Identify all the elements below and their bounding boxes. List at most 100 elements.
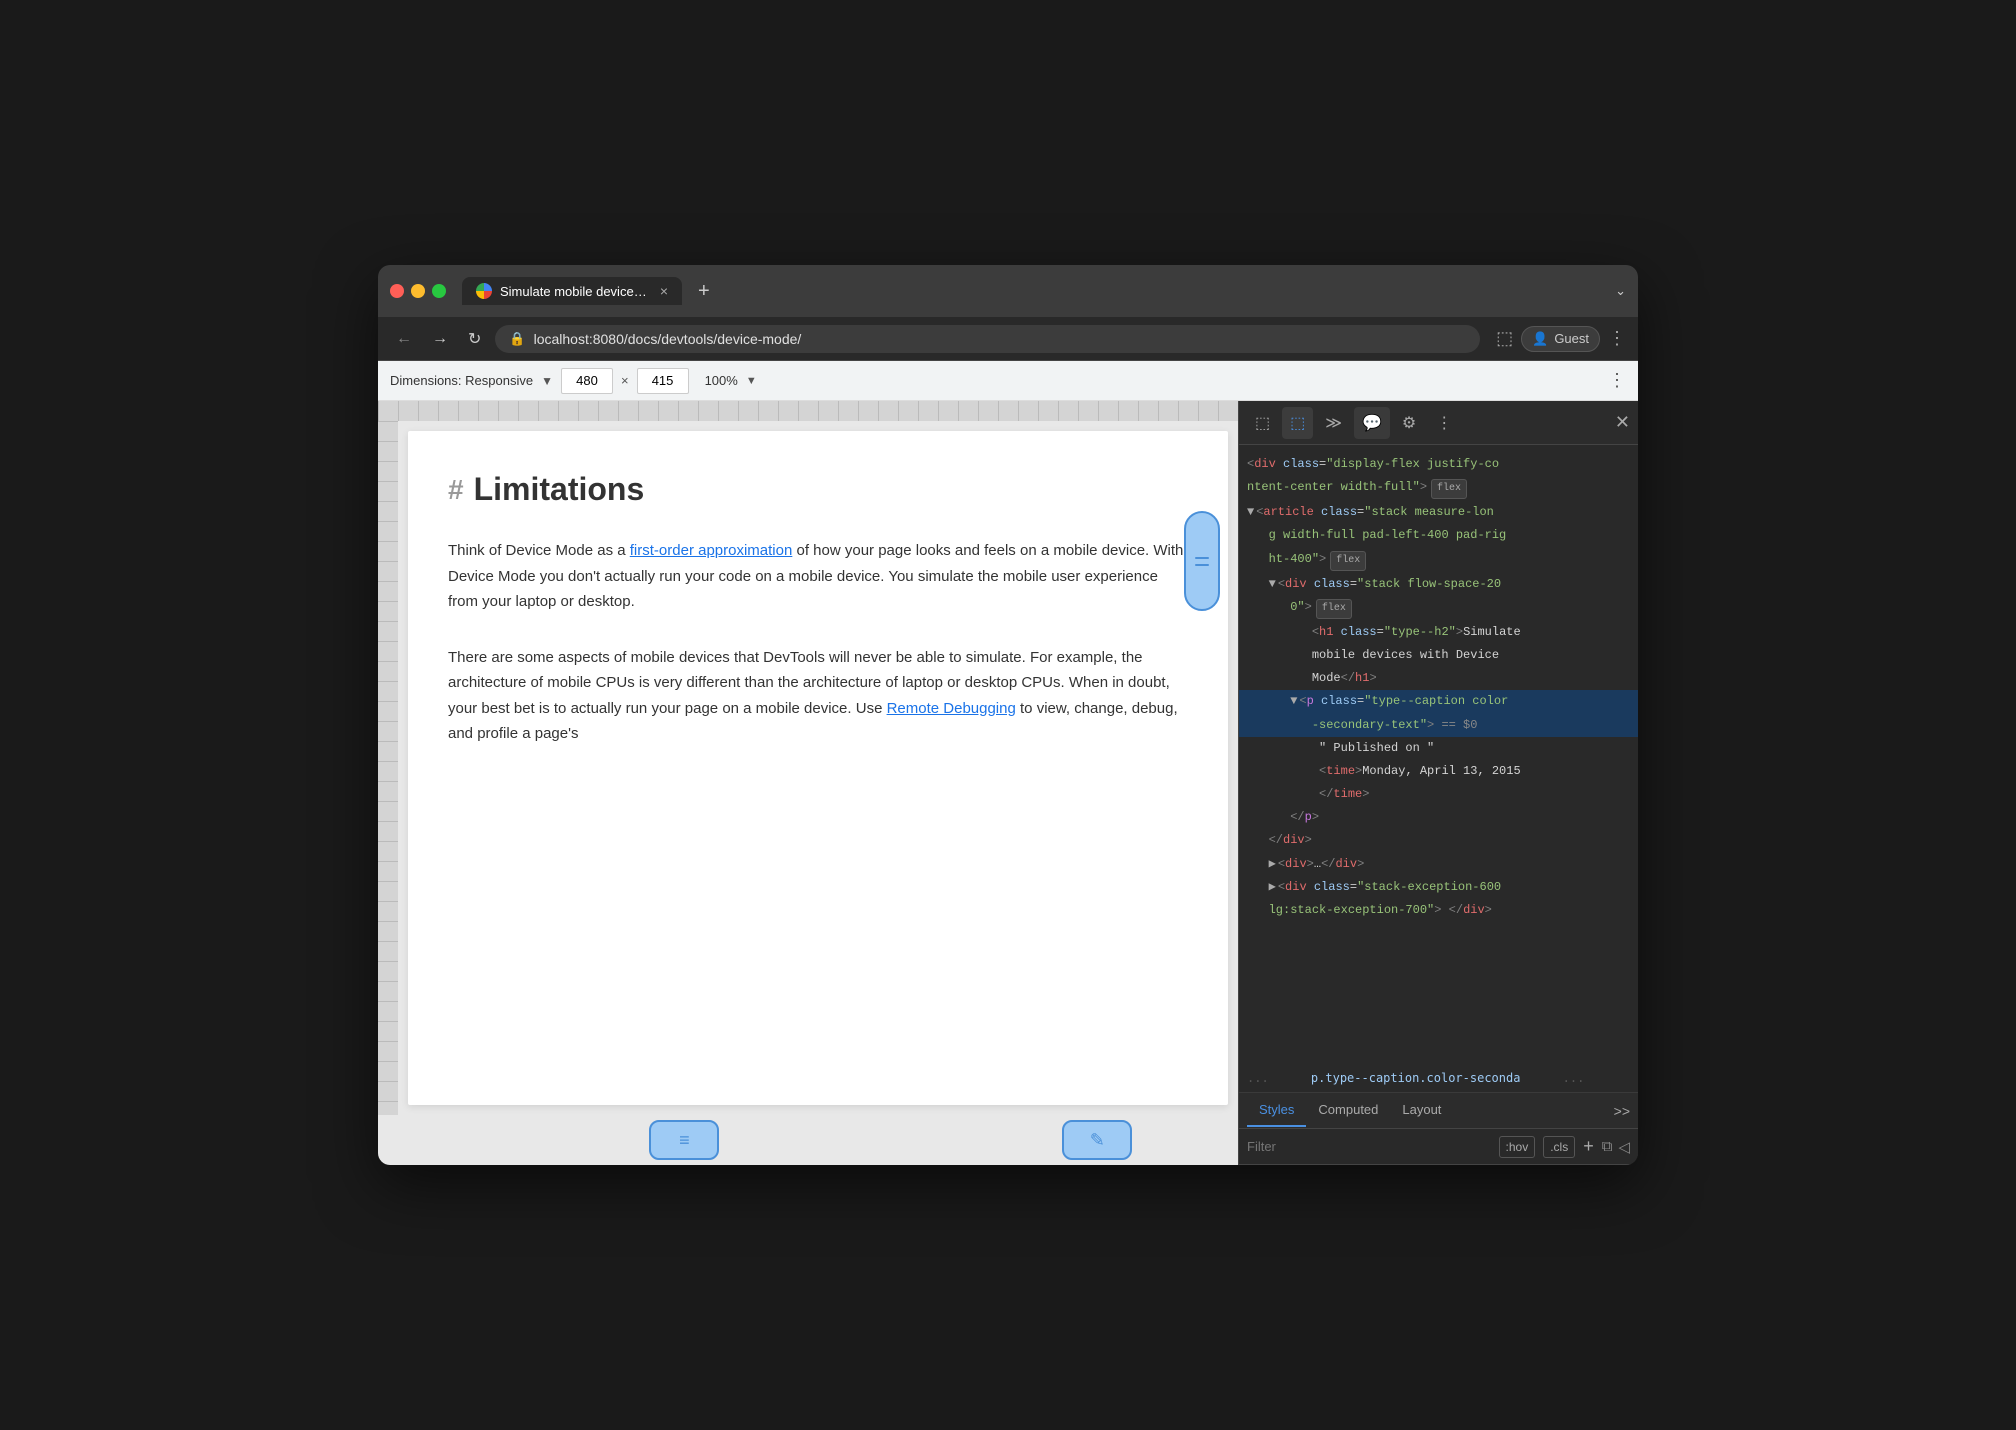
forward-button[interactable]: → [426,326,454,352]
styles-filter-bar: :hov .cls + ⧉ ◁ [1239,1129,1638,1165]
hover-filter-button[interactable]: :hov [1499,1136,1536,1158]
zoom-selector[interactable]: 100% [705,373,738,388]
tree-line[interactable]: ntent-center width-full">flex [1239,476,1638,501]
zoom-dropdown-arrow: ▼ [746,375,757,387]
breadcrumb-item[interactable]: p.type--caption.color-seconda [1311,1071,1521,1085]
tab-menu-arrow-icon[interactable]: ⌄ [1615,283,1626,299]
device-mode-button[interactable]: ⬚ [1282,407,1313,439]
tree-line[interactable]: <h1 class="type--h2">Simulate [1239,621,1638,644]
ruler-horizontal [378,401,1238,421]
tree-line[interactable]: g width-full pad-left-400 pad-rig [1239,524,1638,547]
class-filter-button[interactable]: .cls [1543,1136,1575,1158]
tree-line[interactable]: lg:stack-exception-700"> </div> [1239,899,1638,922]
add-style-button[interactable]: + [1583,1136,1594,1157]
tree-line[interactable]: ▶<div class="stack-exception-600 [1239,876,1638,899]
avatar-icon: 👤 [1532,331,1548,347]
page-heading: # Limitations [448,471,1188,508]
tab-layout[interactable]: Layout [1390,1094,1453,1127]
height-input[interactable] [637,368,689,394]
html-tree: <div class="display-flex justify-co nten… [1239,445,1638,1063]
heading-hash: # [448,474,464,506]
close-traffic-light[interactable] [390,284,404,298]
tab-bar: Simulate mobile devices with D × + ⌄ [462,276,1626,307]
dropdown-arrow-icon: ▼ [541,374,553,388]
breadcrumb-dots-left: ... [1247,1071,1269,1085]
tree-line[interactable]: </p> [1239,806,1638,829]
scroll-handle[interactable] [1184,511,1220,611]
styles-tabs: Styles Computed Layout >> [1239,1093,1638,1129]
tree-line[interactable]: <div class="display-flex justify-co [1239,453,1638,476]
tree-line[interactable]: mobile devices with Device [1239,644,1638,667]
browser-actions: ⬚ 👤 Guest ⋮ [1496,326,1626,352]
bottom-bar: ≡ ✎ [378,1115,1238,1165]
breadcrumb-dots-right: ... [1563,1071,1585,1085]
main-area: # Limitations Think of Device Mode as a … [378,401,1638,1165]
copy-styles-button[interactable]: ⧉ [1602,1138,1613,1156]
page-content: # Limitations Think of Device Mode as a … [408,431,1228,1105]
tab-close-icon[interactable]: × [660,283,668,299]
width-input[interactable] [561,368,613,394]
url-text: localhost:8080/docs/devtools/device-mode… [534,331,802,347]
tree-line[interactable]: 0">flex [1239,596,1638,621]
browser-window: Simulate mobile devices with D × + ⌄ ← →… [378,265,1638,1165]
minimize-traffic-light[interactable] [411,284,425,298]
scroll-handle-lines [1195,557,1209,566]
devtools-panel: ⬚ ⬚ ≫ 💬 ⚙ ⋮ ✕ <div class="display-flex j… [1238,401,1638,1165]
tree-line[interactable]: " Published on " [1239,737,1638,760]
maximize-traffic-light[interactable] [432,284,446,298]
page-content-wrap: # Limitations Think of Device Mode as a … [378,421,1238,1115]
bookmark-icon[interactable]: ⬚ [1496,328,1513,349]
selected-tree-line-2[interactable]: -secondary-text"> == $0 [1239,714,1638,737]
new-tab-button[interactable]: + [690,276,718,307]
back-button[interactable]: ← [390,326,418,352]
tree-line[interactable]: ▼<div class="stack flow-space-20 [1239,573,1638,596]
bottom-edit-button[interactable]: ✎ [1062,1120,1132,1160]
breadcrumb-bar: ... p.type--caption.color-seconda ... [1239,1063,1638,1093]
remote-debugging-link[interactable]: Remote Debugging [887,700,1016,717]
tree-line[interactable]: ▶<div>…</div> [1239,853,1638,876]
filter-icons: ⧉ ◁ [1602,1138,1630,1156]
first-order-link[interactable]: first-order approximation [630,542,793,559]
cursor-tool-button[interactable]: ⬚ [1247,407,1278,439]
menu-icon: ≡ [679,1130,690,1151]
scroll-line-1 [1195,557,1209,559]
selected-tree-line[interactable]: ▼<p class="type--caption color [1239,690,1638,713]
more-tools-button[interactable]: ≫ [1317,407,1350,439]
guest-label: Guest [1554,331,1589,346]
traffic-lights [390,284,446,298]
settings-button[interactable]: ⚙ [1394,407,1424,439]
browser-more-icon[interactable]: ⋮ [1608,328,1626,349]
devtools-more-button[interactable]: ⋮ [1428,407,1460,439]
lock-icon: 🔒 [509,331,525,347]
tab-title: Simulate mobile devices with D [500,284,652,299]
styles-filter-input[interactable] [1247,1139,1491,1154]
edit-icon: ✎ [1090,1130,1105,1151]
tree-line[interactable]: <time>Monday, April 13, 2015 [1239,760,1638,783]
paragraph-1: Think of Device Mode as a first-order ap… [448,538,1188,615]
devtools-close-button[interactable]: ✕ [1615,412,1630,433]
scroll-line-2 [1195,564,1209,566]
tab-computed[interactable]: Computed [1306,1094,1390,1127]
device-toolbar-more-icon[interactable]: ⋮ [1608,370,1626,391]
tree-line[interactable]: ▼<article class="stack measure-lon [1239,501,1638,524]
refresh-button[interactable]: ↻ [462,325,487,353]
styles-more-icon[interactable]: >> [1614,1103,1630,1119]
device-toolbar: Dimensions: Responsive ▼ × 100% ▼ ⋮ [378,361,1638,401]
dimension-separator: × [621,373,629,388]
toggle-styles-button[interactable]: ◁ [1618,1138,1630,1156]
page-viewport: # Limitations Think of Device Mode as a … [378,401,1238,1165]
tree-line[interactable]: Mode</h1> [1239,667,1638,690]
guest-button[interactable]: 👤 Guest [1521,326,1600,352]
bottom-menu-button[interactable]: ≡ [649,1120,719,1160]
heading-text: Limitations [474,471,645,508]
title-bar: Simulate mobile devices with D × + ⌄ [378,265,1638,317]
tree-line[interactable]: </time> [1239,783,1638,806]
console-button[interactable]: 💬 [1354,407,1390,439]
tab-favicon-icon [476,283,492,299]
tree-line[interactable]: ht-400">flex [1239,548,1638,573]
tab-styles[interactable]: Styles [1247,1094,1306,1127]
active-tab[interactable]: Simulate mobile devices with D × [462,277,682,305]
dimensions-label: Dimensions: Responsive [390,373,533,388]
address-bar-input[interactable]: 🔒 localhost:8080/docs/devtools/device-mo… [495,325,1480,353]
tree-line[interactable]: </div> [1239,829,1638,852]
